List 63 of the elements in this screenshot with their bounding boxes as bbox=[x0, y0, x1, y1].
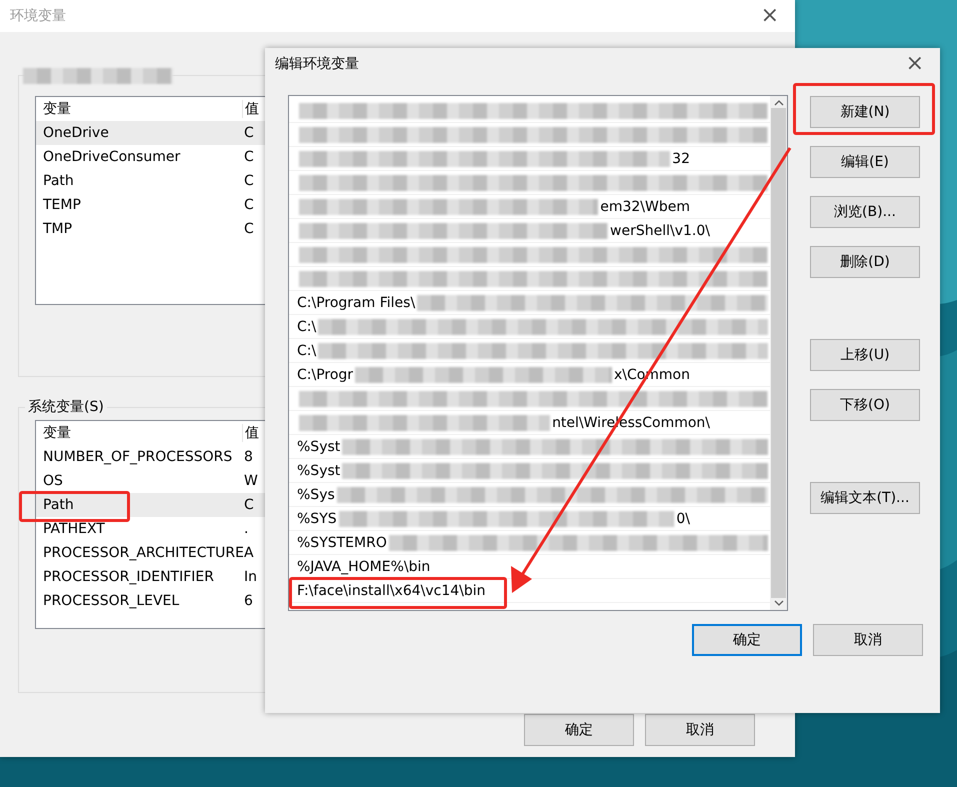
column-header[interactable]: 值 bbox=[243, 100, 259, 118]
path-entry[interactable]: %SYS bbox=[297, 510, 337, 526]
path-entry[interactable]: 32 bbox=[672, 150, 690, 166]
path-entry[interactable]: %Syst bbox=[297, 462, 340, 478]
variable-value: C bbox=[243, 197, 254, 213]
ok-button[interactable]: 确定 bbox=[524, 714, 634, 746]
cancel-button[interactable]: 取消 bbox=[813, 624, 923, 656]
path-entry[interactable]: C:\Progr bbox=[297, 366, 354, 382]
action-button[interactable]: 下移(O) bbox=[810, 389, 920, 421]
variable-name: PROCESSOR_LEVEL bbox=[42, 593, 180, 609]
variable-name: PATHEXT bbox=[42, 521, 106, 537]
path-entry[interactable]: %Syst bbox=[297, 438, 340, 454]
path-entry[interactable]: werShell\v1.0\ bbox=[610, 222, 710, 238]
path-entry[interactable]: %Sys bbox=[297, 486, 335, 502]
path-entry[interactable]: em32\Wbem bbox=[600, 198, 690, 214]
variable-value: A bbox=[244, 545, 254, 561]
variable-value: C bbox=[243, 125, 254, 141]
variable-name: TMP bbox=[42, 221, 74, 237]
path-entry[interactable]: C:\ bbox=[297, 342, 316, 358]
variable-name: OneDriveConsumer bbox=[42, 149, 182, 165]
variable-value: C bbox=[243, 173, 254, 189]
variable-name: Path bbox=[42, 497, 75, 513]
close-button[interactable]: × bbox=[900, 53, 930, 75]
variable-value: C bbox=[243, 497, 254, 513]
scroll-down-icon[interactable] bbox=[774, 600, 784, 606]
path-entry[interactable]: 0\ bbox=[676, 510, 690, 526]
variable-value: C bbox=[243, 149, 254, 165]
action-button[interactable]: 上移(U) bbox=[810, 339, 920, 371]
variable-name: OS bbox=[42, 473, 64, 489]
path-entry[interactable]: C:\Program Files\ bbox=[297, 294, 416, 310]
variable-name: OneDrive bbox=[42, 125, 110, 141]
path-entry[interactable]: C:\ bbox=[297, 318, 316, 334]
cancel-button[interactable]: 取消 bbox=[645, 714, 755, 746]
variable-name: TEMP bbox=[42, 197, 82, 213]
variable-name: Path bbox=[42, 173, 75, 189]
variable-value: 6 bbox=[243, 593, 253, 609]
scroll-up-icon[interactable] bbox=[774, 100, 784, 106]
variable-value: W bbox=[243, 473, 258, 489]
variable-name: NUMBER_OF_PROCESSORS bbox=[42, 449, 234, 465]
action-button[interactable]: 编辑(E) bbox=[810, 146, 920, 178]
action-button[interactable]: 新建(N) bbox=[810, 96, 920, 128]
column-header[interactable]: 值 bbox=[243, 424, 259, 442]
path-entry[interactable]: %JAVA_HOME%\bin bbox=[297, 558, 430, 574]
window-title: 编辑环境变量 bbox=[275, 55, 359, 73]
variable-value: C bbox=[243, 221, 254, 237]
action-button[interactable]: 浏览(B)... bbox=[810, 196, 920, 228]
column-header[interactable]: 变量 bbox=[36, 100, 243, 118]
path-entry[interactable]: F:\face\install\x64\vc14\bin bbox=[297, 582, 486, 598]
variable-value: 8 bbox=[243, 449, 253, 465]
action-button[interactable]: 删除(D) bbox=[810, 246, 920, 278]
column-header[interactable]: 变量 bbox=[36, 424, 243, 442]
close-button[interactable]: × bbox=[754, 5, 785, 27]
variable-name: PROCESSOR_IDENTIFIER bbox=[42, 569, 215, 585]
scrollbar[interactable] bbox=[770, 96, 787, 610]
variable-value: In bbox=[243, 569, 258, 585]
action-button[interactable]: 编辑文本(T)... bbox=[810, 482, 920, 514]
variable-value: . bbox=[243, 521, 248, 537]
group-title: 系统变量(S) bbox=[25, 398, 107, 416]
variable-name: PROCESSOR_ARCHITECTURE bbox=[42, 545, 242, 561]
scroll-thumb[interactable] bbox=[771, 108, 786, 598]
window-title: 环境变量 bbox=[10, 7, 66, 25]
ok-button[interactable]: 确定 bbox=[692, 624, 802, 656]
path-entry[interactable]: %SYSTEMRO bbox=[297, 534, 387, 550]
